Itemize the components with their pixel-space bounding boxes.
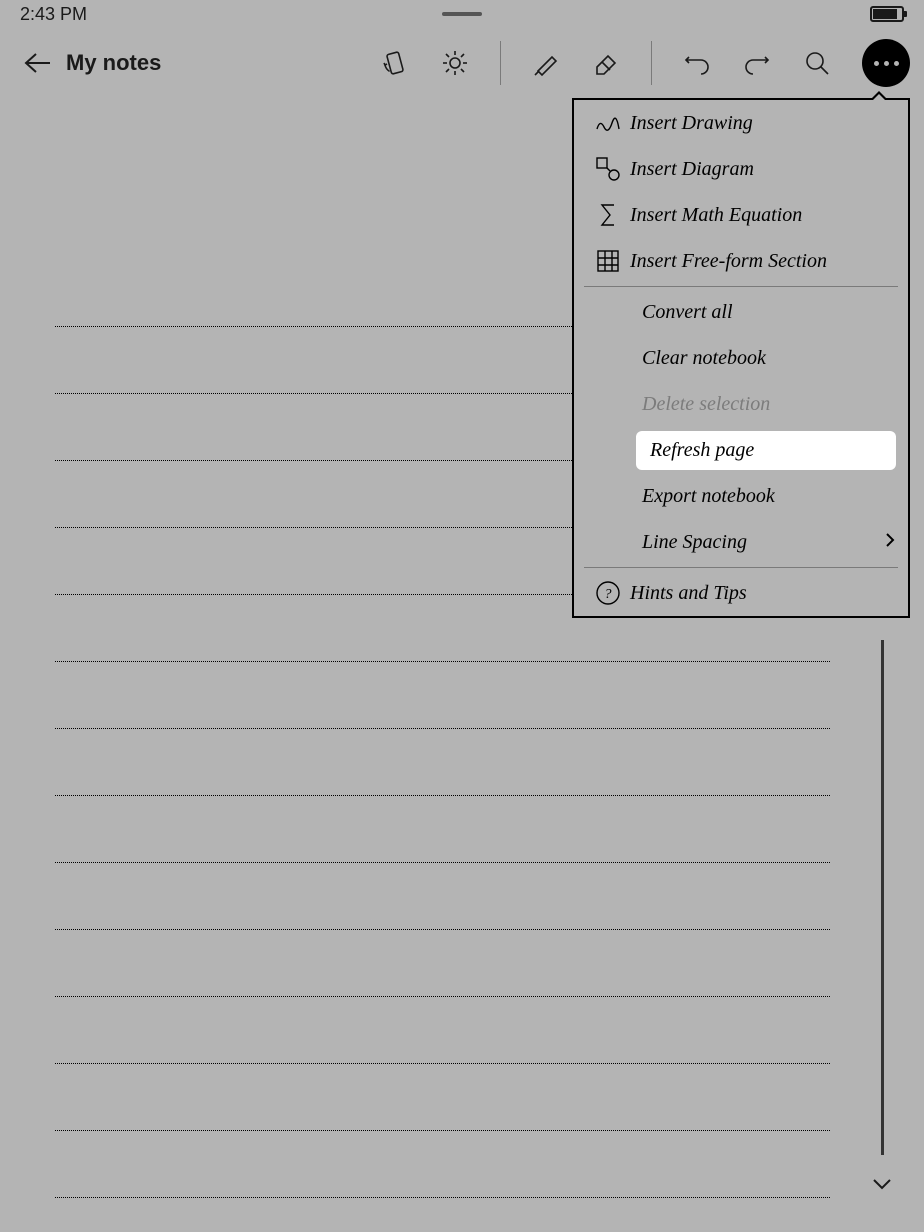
- back-button[interactable]: My notes: [24, 50, 161, 76]
- battery-fill: [873, 9, 897, 19]
- redo-button[interactable]: [742, 48, 772, 78]
- toolbar-icons: [380, 39, 910, 87]
- ruled-line: [55, 1131, 830, 1198]
- menu-label: Line Spacing: [642, 531, 884, 554]
- menu-label: Clear notebook: [642, 347, 896, 370]
- menu-insert-drawing[interactable]: Insert Drawing: [574, 100, 908, 146]
- svg-text:?: ?: [605, 587, 612, 602]
- search-button[interactable]: [802, 48, 832, 78]
- menu-convert-all[interactable]: Convert all: [574, 289, 908, 335]
- menu-hints-tips[interactable]: ? Hints and Tips: [574, 570, 908, 616]
- more-button[interactable]: [862, 39, 910, 87]
- scrollbar[interactable]: [881, 640, 884, 1155]
- diagram-icon: [586, 155, 630, 183]
- menu-label: Insert Drawing: [630, 112, 896, 135]
- chevron-down-icon: [872, 1177, 892, 1191]
- undo-icon: [683, 49, 711, 77]
- menu-clear-notebook[interactable]: Clear notebook: [574, 335, 908, 381]
- dot-icon: [894, 61, 899, 66]
- menu-label: Insert Math Equation: [630, 204, 896, 227]
- eraser-icon: [592, 49, 620, 77]
- toolbar: My notes: [0, 28, 924, 98]
- menu-separator: [584, 286, 898, 287]
- battery-icon: [870, 6, 904, 22]
- ruled-line: [55, 997, 830, 1064]
- drawing-icon: [586, 109, 630, 137]
- menu-label: Convert all: [642, 301, 896, 324]
- page-title: My notes: [66, 50, 161, 76]
- ruled-line: [55, 863, 830, 930]
- menu-refresh-page[interactable]: Refresh page: [574, 427, 908, 473]
- redo-icon: [743, 49, 771, 77]
- arrow-left-icon: [24, 51, 52, 75]
- brightness-icon: [441, 49, 469, 77]
- toolbar-divider: [500, 41, 501, 85]
- menu-line-spacing[interactable]: Line Spacing: [574, 519, 908, 565]
- menu-insert-diagram[interactable]: Insert Diagram: [574, 146, 908, 192]
- menu-delete-selection: Delete selection: [574, 381, 908, 427]
- menu-label: Insert Free-form Section: [630, 250, 896, 273]
- ruled-line: [55, 796, 830, 863]
- more-menu: Insert Drawing Insert Diagram Insert Mat…: [572, 98, 910, 618]
- menu-label: Insert Diagram: [630, 158, 896, 181]
- dot-icon: [874, 61, 879, 66]
- menu-export-notebook[interactable]: Export notebook: [574, 473, 908, 519]
- sigma-icon: [586, 201, 630, 229]
- ruled-line: [55, 930, 830, 997]
- help-icon: ?: [586, 579, 630, 607]
- drag-handle-icon[interactable]: [442, 12, 482, 16]
- menu-label: Refresh page: [636, 431, 896, 470]
- search-icon: [803, 49, 831, 77]
- ruled-line: [55, 729, 830, 796]
- brightness-button[interactable]: [440, 48, 470, 78]
- eraser-button[interactable]: [591, 48, 621, 78]
- grid-icon: [586, 247, 630, 275]
- menu-insert-math[interactable]: Insert Math Equation: [574, 192, 908, 238]
- ruled-line: [55, 662, 830, 729]
- pen-button[interactable]: [531, 48, 561, 78]
- status-bar: 2:43 PM: [0, 0, 924, 28]
- menu-label: Delete selection: [642, 393, 896, 416]
- menu-label: Hints and Tips: [630, 582, 896, 605]
- toolbar-divider: [651, 41, 652, 85]
- pen-icon: [532, 49, 560, 77]
- dot-icon: [884, 61, 889, 66]
- rotate-button[interactable]: [380, 48, 410, 78]
- undo-button[interactable]: [682, 48, 712, 78]
- menu-insert-freeform[interactable]: Insert Free-form Section: [574, 238, 908, 284]
- menu-label: Export notebook: [642, 485, 896, 508]
- menu-separator: [584, 567, 898, 568]
- status-time: 2:43 PM: [20, 4, 87, 25]
- rotate-icon: [381, 49, 409, 77]
- chevron-right-icon: [884, 531, 896, 554]
- ruled-line: [55, 1064, 830, 1131]
- scroll-down-button[interactable]: [872, 1177, 892, 1196]
